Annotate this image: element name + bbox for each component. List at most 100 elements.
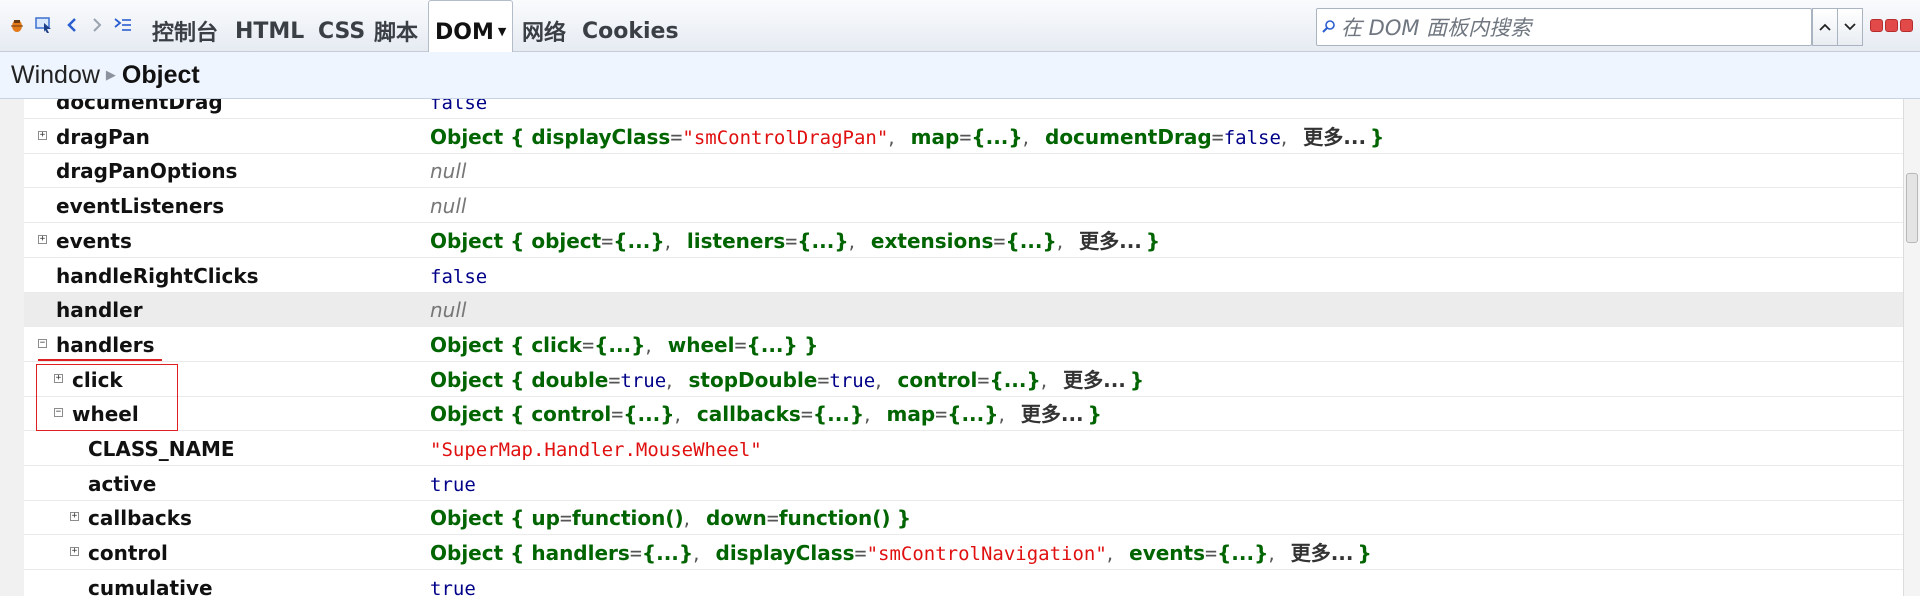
more-link[interactable]: 更多... [1079, 229, 1142, 253]
tab-css[interactable]: CSS [318, 0, 365, 52]
property-name[interactable]: callbacks [88, 501, 192, 535]
tab-script[interactable]: 脚本 [374, 0, 418, 52]
tree-row-active[interactable]: active true [24, 467, 1903, 501]
dropdown-caret-icon[interactable]: ▼ [498, 25, 506, 38]
expand-toggle-icon[interactable]: + [70, 547, 79, 557]
preview-prop-value: {...} [613, 228, 665, 253]
value-bool: false [430, 99, 488, 114]
comma: , [998, 402, 1005, 427]
tree-row-click[interactable]: + click Object { double=true, stopDouble=tr… [24, 363, 1903, 397]
search-input[interactable] [1339, 12, 1791, 44]
scrollbar-thumb[interactable] [1906, 173, 1918, 243]
property-name[interactable]: events [56, 224, 132, 258]
property-name[interactable]: active [88, 467, 156, 501]
tree-row-callbacks[interactable]: + callbacks Object { up=function(), down=fu… [24, 501, 1903, 536]
property-name[interactable]: handler [56, 293, 143, 327]
property-name[interactable]: CLASS_NAME [88, 432, 235, 466]
property-value[interactable]: false [430, 259, 487, 293]
comma: , [875, 367, 882, 392]
property-name[interactable]: control [88, 536, 168, 570]
tree-row-dragpanoptions[interactable]: dragPanOptions null [24, 154, 1903, 189]
property-value[interactable]: "SuperMap.Handler.MouseWheel" [430, 432, 762, 466]
back-icon[interactable] [63, 16, 81, 34]
collapse-toggle-icon[interactable]: − [38, 338, 47, 348]
vertical-scrollbar[interactable] [1903, 99, 1920, 596]
preview-prop-name: control [531, 402, 612, 427]
property-value[interactable]: Object { handlers={...}, displayClass="sm… [430, 536, 1372, 570]
property-name[interactable]: dragPanOptions [56, 154, 237, 188]
property-name[interactable]: handleRightClicks [56, 259, 259, 293]
tab-html[interactable]: HTML [235, 0, 304, 52]
preview-prop-value: {...} [641, 541, 694, 566]
comma: , [1106, 541, 1114, 566]
expand-toggle-icon[interactable]: + [38, 130, 47, 140]
search-next-button[interactable] [1837, 8, 1863, 46]
tree-row-handlerightclicks[interactable]: handleRightClicks false [24, 259, 1903, 293]
forward-icon[interactable] [88, 16, 106, 34]
property-name[interactable]: documentDrag [56, 99, 223, 119]
chevron-up-icon [1819, 23, 1831, 31]
tree-row-dragpan[interactable]: + dragPan Object { displayClass="smControl… [24, 120, 1903, 154]
property-name[interactable]: eventListeners [56, 189, 224, 223]
tab-cookies[interactable]: Cookies [582, 0, 679, 52]
equals-sign: = [959, 124, 972, 149]
equals-sign: = [1211, 124, 1224, 149]
chevron-down-icon [1844, 23, 1856, 31]
property-value[interactable]: true [430, 467, 476, 501]
more-link[interactable]: 更多... [1291, 541, 1354, 565]
restore-icon[interactable] [1885, 19, 1898, 32]
expand-toggle-icon[interactable]: + [38, 234, 47, 244]
property-name[interactable]: dragPan [56, 120, 150, 154]
tree-row-events[interactable]: + events Object { object={...}, listeners={… [24, 224, 1903, 258]
property-value[interactable]: Object { control={...}, callbacks={...}, m… [430, 397, 1102, 431]
property-value[interactable]: Object { object={...}, listeners={...}, ex… [430, 224, 1160, 258]
property-value[interactable]: null [430, 189, 466, 223]
close-icon[interactable] [1900, 19, 1913, 32]
breadcrumb-item-object[interactable]: Object [122, 61, 200, 90]
property-value[interactable]: false [430, 99, 487, 119]
more-link[interactable]: 更多... [1063, 368, 1126, 392]
breadcrumb-separator-icon: ▶ [105, 67, 116, 82]
more-link[interactable]: 更多... [1303, 125, 1366, 149]
preview-prop-name: map [910, 124, 960, 149]
more-link[interactable]: 更多... [1021, 402, 1084, 426]
tree-row-class-name[interactable]: CLASS_NAME "SuperMap.Handler.MouseWheel" [24, 432, 1903, 466]
tree-row-wheel[interactable]: − wheel Object { control={...}, callbacks={… [24, 397, 1903, 432]
preview-prop-value: {...} [594, 332, 646, 357]
tree-row-handler[interactable]: handler null [24, 293, 1903, 328]
tab-dom[interactable]: DOM ▼ [428, 0, 514, 53]
search-prev-button[interactable] [1812, 8, 1838, 46]
firebug-bug-icon[interactable] [8, 16, 26, 34]
command-line-icon[interactable] [114, 16, 132, 34]
property-value[interactable]: null [430, 293, 466, 327]
property-name[interactable]: handlers [56, 328, 154, 362]
tree-row-handlers[interactable]: − handlers Object { click={...}, wheel={...… [24, 328, 1903, 362]
property-value[interactable]: Object { up=function(), down=function() } [430, 501, 911, 535]
breadcrumb-item-window[interactable]: Window [11, 61, 100, 90]
property-name[interactable]: cumulative [88, 571, 213, 596]
preview-prop-name: events [1129, 541, 1206, 566]
value-null: null [430, 159, 467, 184]
property-value[interactable]: Object { click={...}, wheel={...} } [430, 328, 818, 362]
property-value[interactable]: null [430, 154, 466, 188]
expand-toggle-icon[interactable]: + [70, 512, 79, 522]
tree-row-control[interactable]: + control Object { handlers={...}, displayC… [24, 536, 1903, 571]
object-type-label: Object [430, 228, 511, 253]
preview-prop-name: click [531, 332, 583, 357]
minimize-icon[interactable] [1870, 19, 1883, 32]
tree-row-cumulative[interactable]: cumulative true [24, 571, 1903, 596]
equals-sign: = [766, 506, 779, 531]
tree-row-documentdrag[interactable]: documentDrag false [24, 99, 1903, 119]
tab-label: DOM [435, 19, 494, 45]
tab-network[interactable]: 网络 [522, 0, 566, 52]
property-value[interactable]: Object { displayClass="smControlDragPan"… [430, 120, 1384, 154]
tab-console[interactable]: 控制台 [152, 0, 218, 52]
preview-prop-value: {...} [1217, 541, 1269, 566]
property-value[interactable]: true [430, 571, 476, 596]
dom-search-box[interactable] [1316, 8, 1812, 46]
preview-prop-name: displayClass [715, 541, 855, 566]
comma: , [1268, 541, 1275, 566]
property-value[interactable]: Object { double=true, stopDouble=true, con… [430, 363, 1144, 397]
tree-row-eventlisteners[interactable]: eventListeners null [24, 189, 1903, 224]
inspect-element-icon[interactable] [35, 16, 53, 34]
